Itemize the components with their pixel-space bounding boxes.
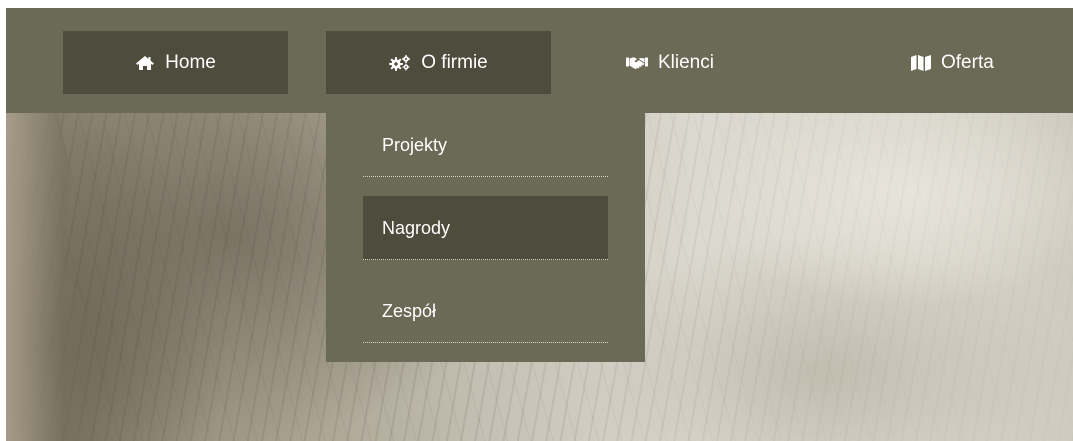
dropdown-item-nagrody[interactable]: Nagrody bbox=[363, 196, 608, 260]
dropdown-item-projekty[interactable]: Projekty bbox=[363, 113, 608, 177]
nav-item-label: Klienci bbox=[658, 51, 714, 73]
map-icon bbox=[911, 54, 931, 71]
dropdown-divider bbox=[363, 259, 608, 260]
nav-item-o-firmie[interactable]: O firmie bbox=[326, 31, 551, 94]
handshake-icon bbox=[626, 56, 648, 70]
dropdown-item-label: Projekty bbox=[382, 134, 448, 155]
dropdown-menu-o-firmie: Projekty Nagrody Zespół bbox=[326, 113, 645, 362]
gears-icon bbox=[389, 54, 411, 71]
dropdown-item-label: Nagrody bbox=[382, 217, 451, 238]
nav-item-klienci[interactable]: Klienci bbox=[626, 31, 786, 94]
nav-item-label: Oferta bbox=[941, 51, 994, 73]
dropdown-divider bbox=[363, 342, 608, 343]
home-icon bbox=[135, 55, 155, 71]
nav-item-label: O firmie bbox=[421, 51, 488, 73]
page-frame: Home O firmie Klienci Oferta Projekty Na… bbox=[6, 8, 1073, 441]
nav-item-label: Home bbox=[165, 51, 216, 73]
main-navigation: Home O firmie Klienci Oferta bbox=[6, 8, 1073, 113]
dropdown-item-zespol[interactable]: Zespół bbox=[363, 279, 608, 343]
dropdown-item-label: Zespół bbox=[382, 300, 437, 321]
nav-item-home[interactable]: Home bbox=[63, 31, 288, 94]
nav-item-oferta[interactable]: Oferta bbox=[911, 31, 1071, 94]
dropdown-divider bbox=[363, 176, 608, 177]
